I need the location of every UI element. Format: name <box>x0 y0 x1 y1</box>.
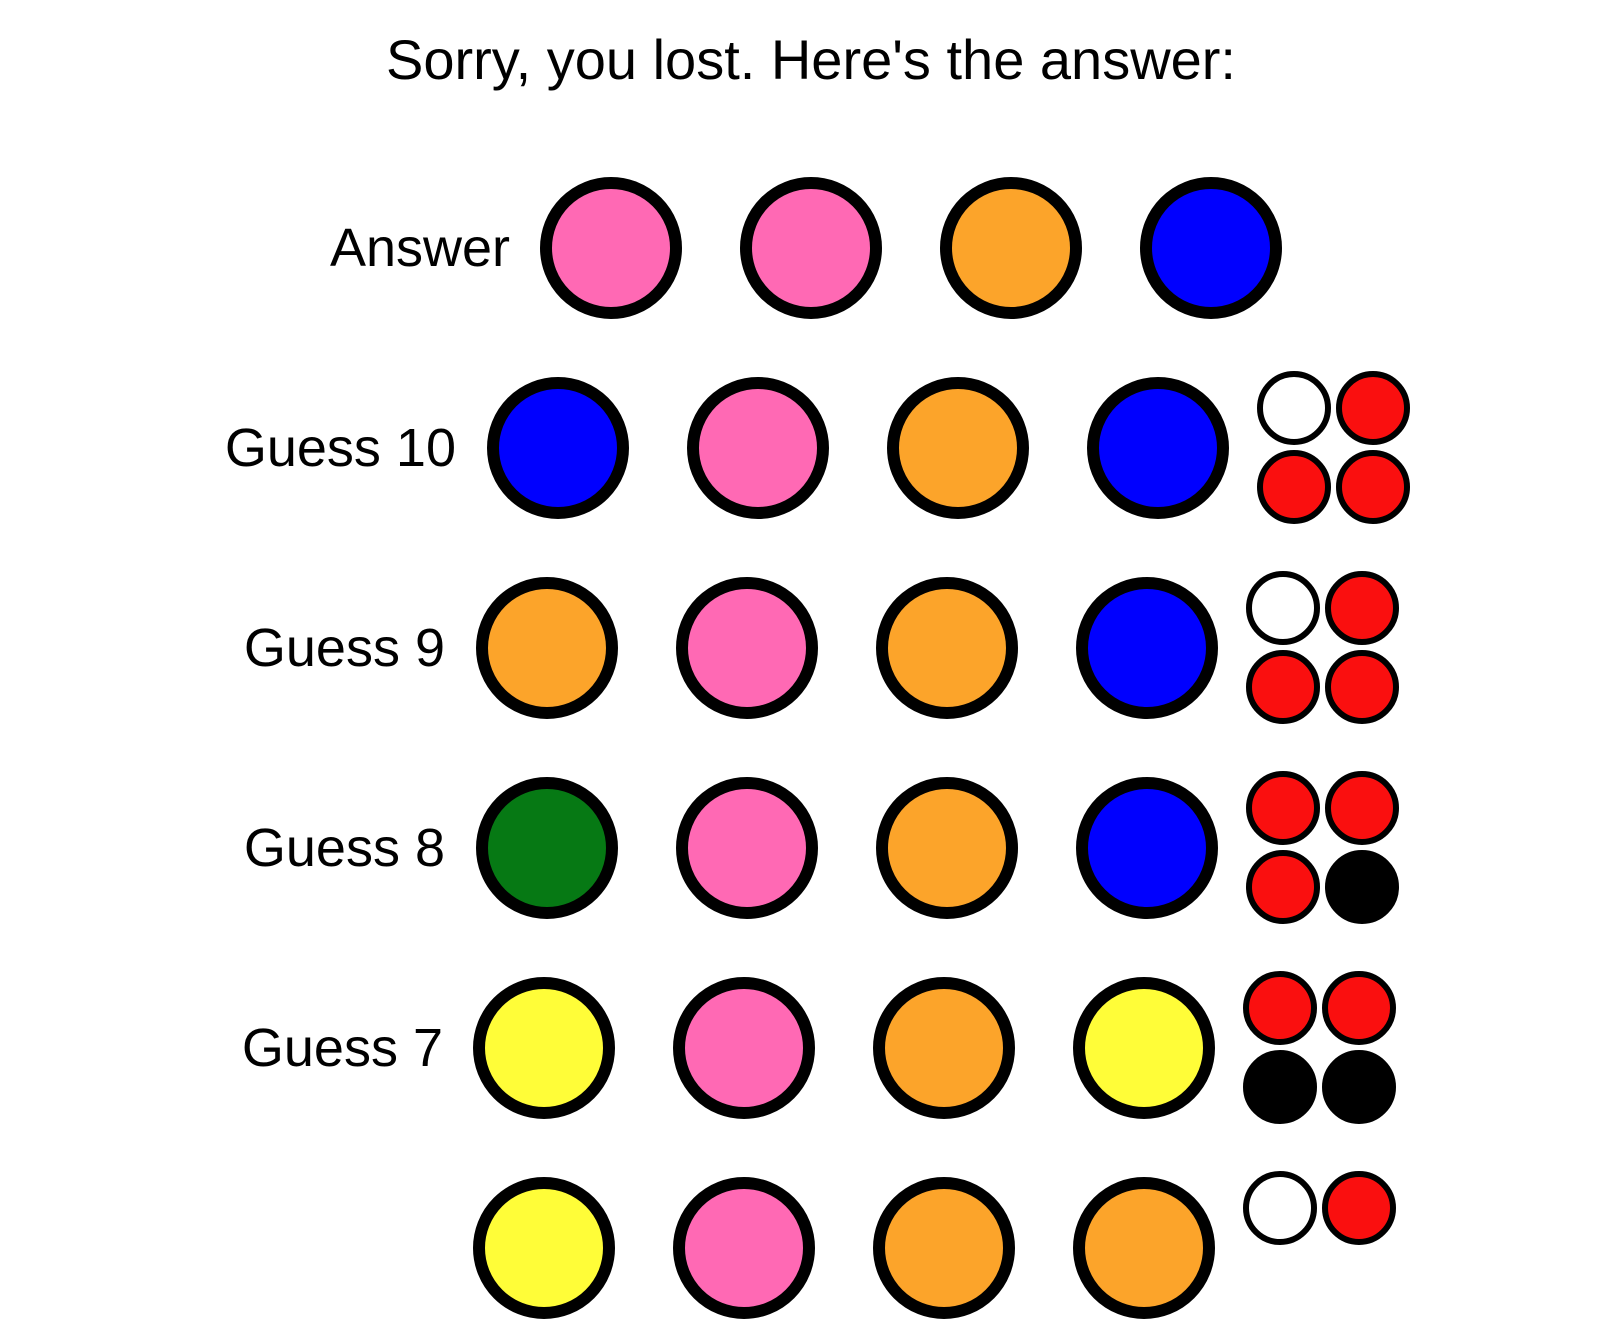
orange-code-peg <box>476 577 618 719</box>
red-feedback-peg <box>1336 450 1410 524</box>
pink-code-peg <box>676 777 818 919</box>
row-label <box>0 1177 443 1319</box>
guess-row: Guess 7 <box>0 971 1600 1124</box>
red-feedback-peg <box>1322 971 1396 1045</box>
red-feedback-peg <box>1336 371 1410 445</box>
blue-code-peg <box>1140 177 1282 319</box>
row-label: Guess 7 <box>241 1018 443 1078</box>
pink-code-peg <box>540 177 682 319</box>
pink-code-peg <box>676 577 818 719</box>
black-feedback-peg <box>1243 1050 1317 1124</box>
pink-code-peg <box>673 1177 815 1319</box>
blue-code-peg <box>1087 377 1229 519</box>
row-label: Guess 10 <box>224 418 456 478</box>
row-label: Guess 8 <box>243 818 445 878</box>
red-feedback-peg <box>1322 1171 1396 1245</box>
row-label: Guess 9 <box>243 618 445 678</box>
row-label: Answer <box>329 218 510 278</box>
guess-row: Guess 8 <box>0 771 1600 924</box>
answer-row: Answer <box>0 177 1600 319</box>
red-feedback-peg <box>1325 571 1399 645</box>
red-feedback-peg <box>1243 971 1317 1045</box>
pink-code-peg <box>687 377 829 519</box>
guess-row <box>0 1171 1600 1319</box>
guess-row: Guess 10 <box>0 371 1600 524</box>
orange-code-peg <box>876 577 1018 719</box>
orange-code-peg <box>1073 1177 1215 1319</box>
white-feedback-peg <box>1246 571 1320 645</box>
blue-code-peg <box>1076 577 1218 719</box>
orange-code-peg <box>887 377 1029 519</box>
game-result-message: Sorry, you lost. Here's the answer: <box>386 28 1236 91</box>
blue-code-peg <box>1076 777 1218 919</box>
guess-row: Guess 9 <box>0 571 1600 724</box>
red-feedback-peg <box>1325 650 1399 724</box>
red-feedback-peg <box>1246 650 1320 724</box>
yellow-code-peg <box>473 1177 615 1319</box>
green-code-peg <box>476 777 618 919</box>
red-feedback-peg <box>1325 771 1399 845</box>
blue-code-peg <box>487 377 629 519</box>
yellow-code-peg <box>1073 977 1215 1119</box>
pink-code-peg <box>740 177 882 319</box>
black-feedback-peg <box>1322 1050 1396 1124</box>
red-feedback-peg <box>1257 450 1331 524</box>
white-feedback-peg <box>1243 1171 1317 1245</box>
red-feedback-peg <box>1246 771 1320 845</box>
black-feedback-peg <box>1325 850 1399 924</box>
red-feedback-peg <box>1246 850 1320 924</box>
orange-code-peg <box>940 177 1082 319</box>
orange-code-peg <box>876 777 1018 919</box>
yellow-code-peg <box>473 977 615 1119</box>
orange-code-peg <box>873 1177 1015 1319</box>
white-feedback-peg <box>1257 371 1331 445</box>
orange-code-peg <box>873 977 1015 1119</box>
pink-code-peg <box>673 977 815 1119</box>
